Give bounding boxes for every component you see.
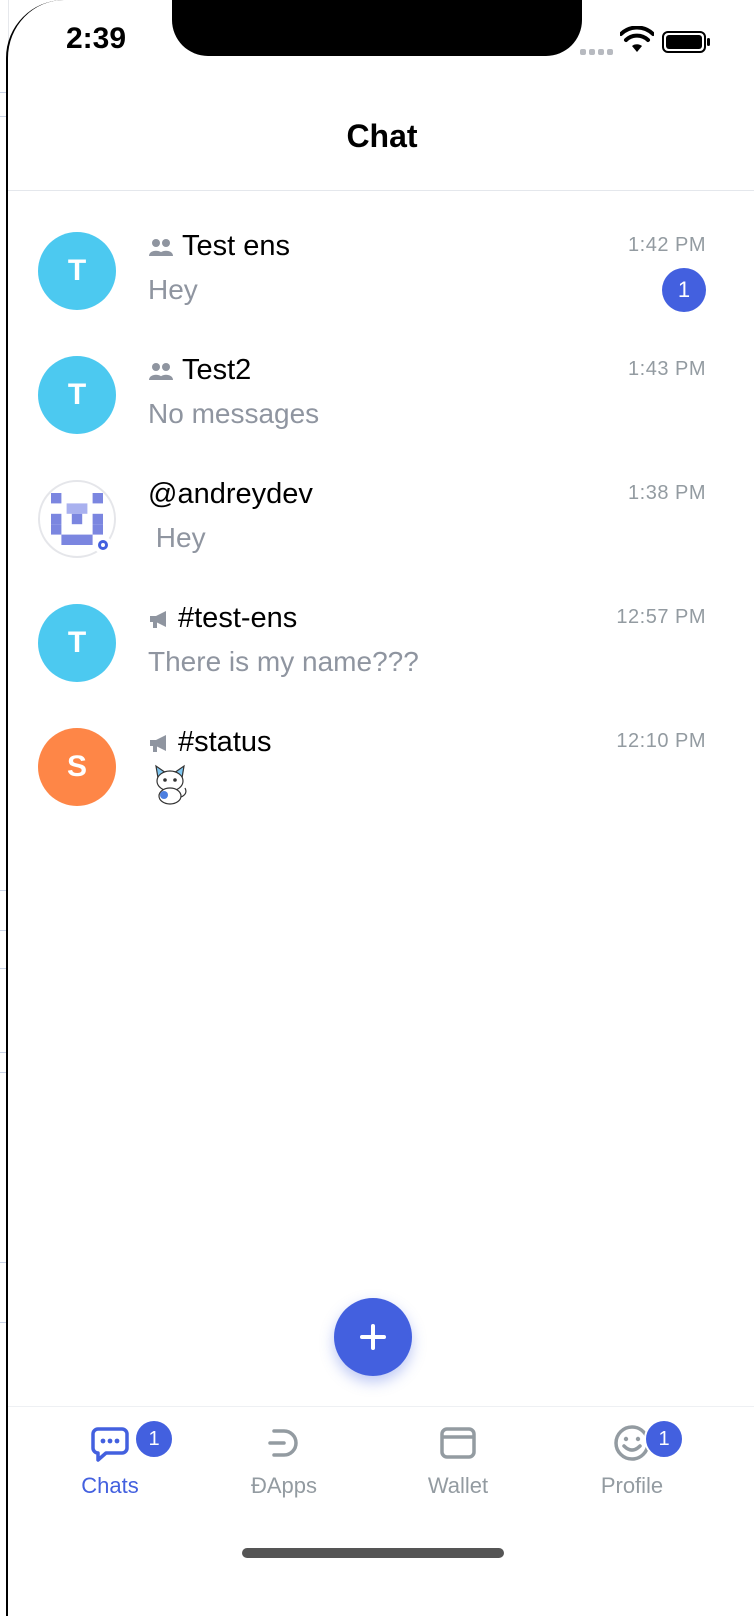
last-message-preview: Hey xyxy=(148,522,206,553)
chat-title: @andreydev xyxy=(148,478,313,510)
last-message-time: 1:43 PM xyxy=(628,358,706,380)
tab-label: Wallet xyxy=(427,1473,489,1498)
last-message-time: 12:10 PM xyxy=(616,730,706,752)
avatar: S xyxy=(38,728,116,806)
last-message-preview: There is my name??? xyxy=(148,646,419,677)
tab-chats[interactable]: Chats 1 xyxy=(20,1407,200,1527)
chat-title: Test2 xyxy=(182,354,252,386)
chat-row-test-ens[interactable]: T Test ens Hey 1:42 PM 1 xyxy=(8,200,754,324)
wifi-icon xyxy=(620,26,654,52)
chat-row-test2[interactable]: T Test2 No messages 1:43 PM xyxy=(8,324,754,448)
last-message-preview: Hey xyxy=(148,274,198,305)
last-message-time: 1:42 PM xyxy=(628,234,706,256)
header-divider xyxy=(8,190,754,191)
megaphone-icon xyxy=(150,734,166,752)
plus-icon xyxy=(360,1324,386,1350)
new-chat-button[interactable] xyxy=(334,1298,412,1376)
avatar: T xyxy=(38,604,116,682)
chat-title: #status xyxy=(178,726,272,758)
page-title: Chat xyxy=(346,118,418,154)
phone-screen: 2:39 Chat T Test ens Hey 1:42 PM 1 T Tes… xyxy=(6,0,754,1616)
device-notch xyxy=(172,0,582,56)
last-message-time: 1:38 PM xyxy=(628,482,706,504)
last-message-preview: No messages xyxy=(148,398,320,429)
wallet-icon xyxy=(440,1427,476,1459)
home-indicator[interactable] xyxy=(242,1548,504,1558)
status-bar-time: 2:39 xyxy=(66,22,127,55)
chat-row-test-ens-public[interactable]: T #test-ens There is my name??? 12:57 PM xyxy=(8,572,754,696)
cellular-signal-icon xyxy=(580,42,616,55)
bottom-tab-bar: Chats 1 ÐApps Wallet Profile 1 xyxy=(8,1406,754,1616)
megaphone-icon xyxy=(150,610,166,628)
tab-dapps[interactable]: ÐApps xyxy=(194,1407,374,1527)
tab-badge: 1 xyxy=(644,1419,684,1459)
tab-wallet[interactable]: Wallet xyxy=(368,1407,548,1527)
avatar: T xyxy=(38,356,116,434)
tab-label: ÐApps xyxy=(250,1473,318,1498)
battery-icon xyxy=(662,31,710,53)
tab-profile[interactable]: Profile 1 xyxy=(542,1407,722,1527)
chat-title: #test-ens xyxy=(178,602,298,634)
chat-bubble-icon xyxy=(91,1427,129,1462)
dapps-icon xyxy=(268,1429,298,1457)
cat-sticker-icon xyxy=(155,764,187,805)
tab-label: Profile xyxy=(600,1473,664,1498)
chat-row-andreydev[interactable]: @andreydev Hey 1:38 PM xyxy=(8,448,754,572)
identicon-pattern xyxy=(51,493,103,545)
online-status-icon xyxy=(94,536,112,554)
avatar: T xyxy=(38,232,116,310)
chat-row-status[interactable]: S #status 12:10 PM xyxy=(8,696,754,820)
tab-label: Chats xyxy=(81,1473,139,1498)
last-message-time: 12:57 PM xyxy=(616,606,706,628)
chat-title: Test ens xyxy=(182,230,290,262)
group-chat-icon xyxy=(149,362,173,380)
group-chat-icon xyxy=(149,238,173,256)
unread-count-badge: 1 xyxy=(662,268,706,312)
tab-badge: 1 xyxy=(134,1419,174,1459)
